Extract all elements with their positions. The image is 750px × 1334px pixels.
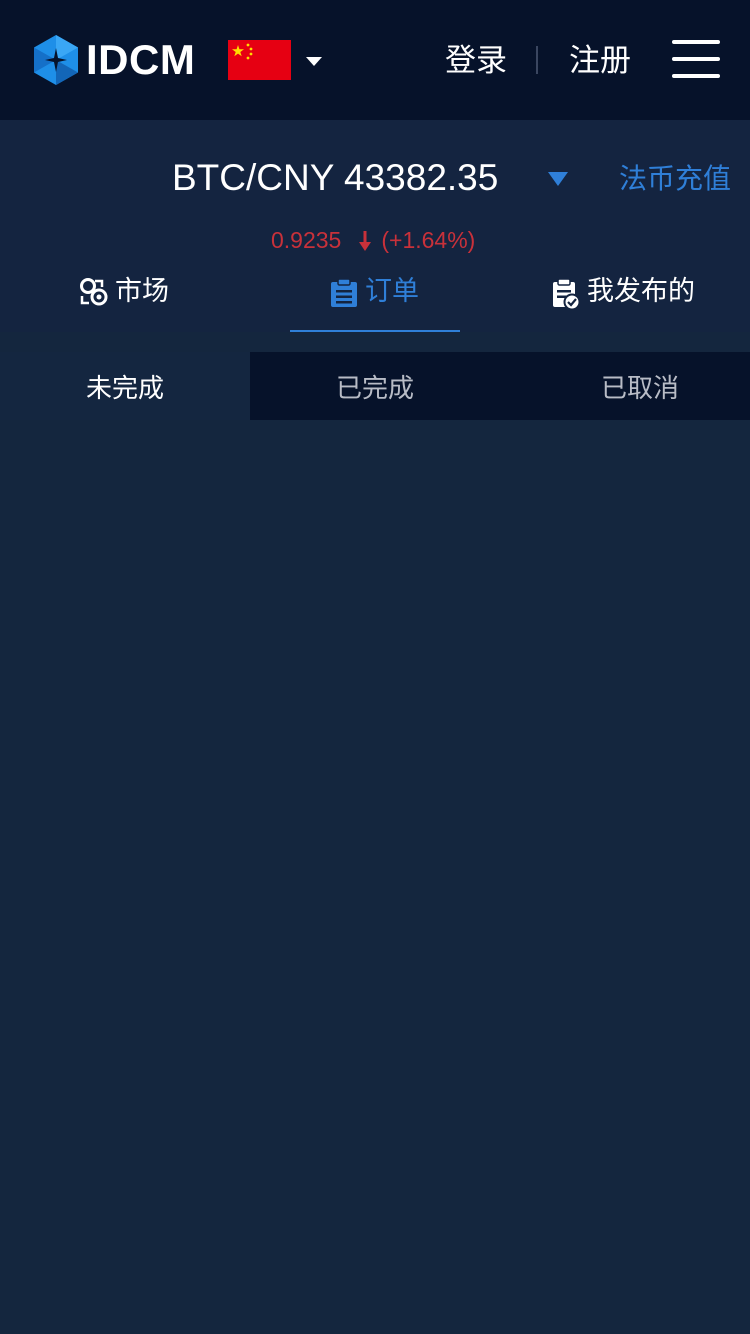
published-icon [553, 278, 581, 310]
caret-down-icon[interactable] [304, 54, 324, 68]
tab-market[interactable]: 市场 [79, 266, 169, 332]
china-flag-icon[interactable] [228, 40, 291, 80]
register-link[interactable]: 注册 [569, 40, 631, 82]
subtab-cancelled[interactable]: 已取消 [500, 352, 750, 420]
brand-name: IDCM [86, 36, 196, 83]
active-tab-indicator [290, 330, 460, 332]
pair-select-caret-icon[interactable] [546, 170, 570, 188]
arrow-down-icon [359, 231, 372, 251]
tab-market-label: 市场 [115, 276, 169, 307]
subtab-incomplete[interactable]: 未完成 [0, 352, 250, 420]
order-list-empty-area [0, 420, 750, 1334]
tab-my-published[interactable]: 我发布的 [551, 266, 695, 332]
tab-orders-label: 订单 [365, 276, 419, 307]
idcm-logo-icon[interactable] [33, 34, 79, 86]
hamburger-menu-icon[interactable] [670, 40, 722, 80]
pair-last-price: 43382.35 [344, 157, 499, 198]
subtab-completed[interactable]: 已完成 [250, 352, 500, 420]
tab-orders[interactable]: 订单 [329, 266, 419, 332]
top-navbar: IDCM 登录 注册 [0, 0, 750, 120]
clipboard-icon [331, 278, 357, 307]
ticker-panel: BTC/CNY 43382.35 法币充值 0.9235 (+1.64%) 市场 [0, 120, 750, 332]
price-change: 0.9235 (+1.64%) [271, 224, 475, 256]
price-change-percent: (+1.64%) [381, 227, 476, 253]
main-tabs: 市场 订单 我发布的 [0, 266, 750, 332]
fiat-recharge-link[interactable]: 法币充值 [619, 158, 731, 200]
market-icon [80, 278, 108, 306]
tab-my-published-label: 我发布的 [587, 276, 695, 307]
pair-price[interactable]: BTC/CNY 43382.35 [172, 156, 498, 200]
price-change-value: 0.9235 [271, 227, 342, 253]
nav-divider [536, 46, 538, 74]
login-link[interactable]: 登录 [445, 40, 507, 82]
order-status-tabs: 未完成 已完成 已取消 [0, 352, 750, 420]
pair-name: BTC/CNY [172, 157, 334, 198]
